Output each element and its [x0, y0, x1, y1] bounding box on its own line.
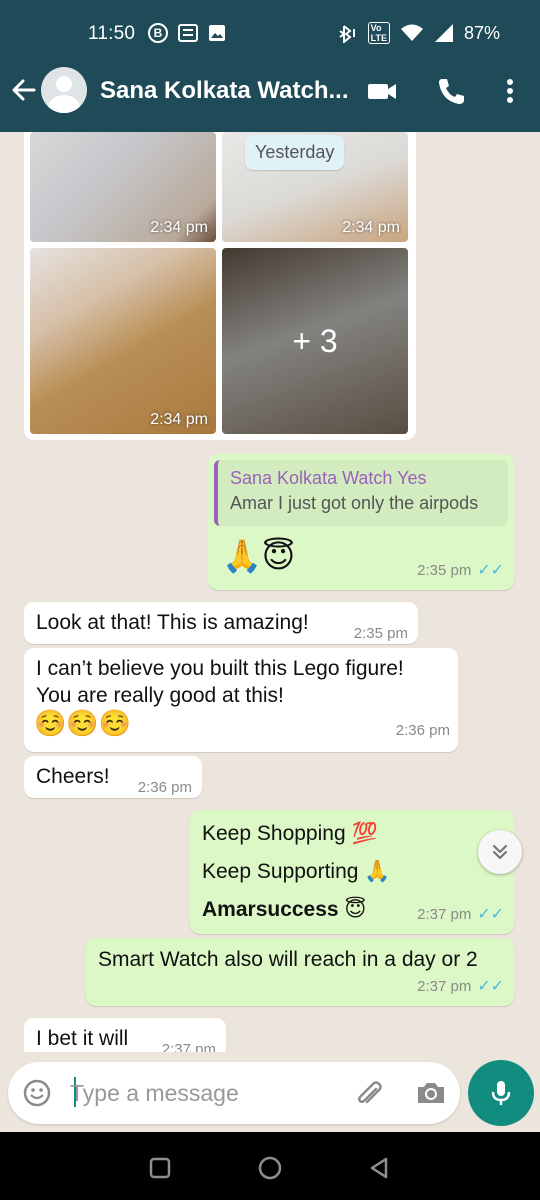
- date-chip: Yesterday: [245, 135, 345, 170]
- message-time: 2:36 pm: [137, 779, 192, 796]
- chat-area[interactable]: 2:34 pm 2:34 pm 2:34 pm + 3 Yesterday Sa…: [0, 132, 540, 1052]
- quoted-sender: Sana Kolkata Watch Yes: [230, 468, 427, 488]
- status-time: 11:50: [88, 23, 136, 44]
- photo-time: 2:34 pm: [150, 411, 208, 428]
- back-icon[interactable]: [367, 1156, 391, 1180]
- photo-time: 2:34 pm: [342, 219, 400, 236]
- camera-icon[interactable]: [414, 1076, 448, 1110]
- recent-apps-icon[interactable]: [148, 1156, 172, 1180]
- quoted-message[interactable]: Sana Kolkata Watch Yes Amar I just got o…: [214, 460, 508, 526]
- chat-title[interactable]: Sana Kolkata Watch...: [100, 77, 349, 105]
- message-text: I bet it will: [36, 1027, 129, 1050]
- message-text-line: Keep Shopping 💯: [202, 822, 378, 845]
- message-incoming[interactable]: I bet it will 2:37 pm: [24, 1018, 226, 1052]
- system-status-icons: Vo LTE 87%: [336, 22, 500, 44]
- message-outgoing[interactable]: Sana Kolkata Watch Yes Amar I just got o…: [208, 454, 514, 590]
- bluetooth-vibrate-icon: [339, 25, 355, 43]
- more-options-icon[interactable]: [493, 74, 527, 108]
- wifi-icon: [400, 24, 423, 41]
- b-app-icon: B: [148, 23, 168, 43]
- notification-icons: B: [148, 23, 226, 43]
- message-meta: 2:37 pm ✓✓: [417, 899, 504, 928]
- video-call-icon[interactable]: [365, 74, 399, 108]
- read-ticks-icon: ✓✓: [477, 978, 504, 995]
- message-icon: [178, 24, 198, 42]
- message-text-line: You are really good at this!: [36, 684, 284, 707]
- message-input[interactable]: Type a message: [70, 1080, 239, 1107]
- message-time: 2:35 pm: [353, 625, 408, 642]
- status-bar: 11:50 B Vo LTE 87%: [0, 0, 540, 50]
- more-photos-label: + 3: [222, 248, 408, 434]
- message-text: Smart Watch also will reach in a day or …: [98, 948, 478, 971]
- message-text-line: Amarsuccess 😇: [202, 898, 367, 921]
- message-outgoing[interactable]: Smart Watch also will reach in a day or …: [86, 938, 514, 1006]
- mic-icon: [491, 1081, 511, 1105]
- message-time: 2:35 pm: [417, 562, 472, 579]
- chevron-double-down-icon: [492, 844, 508, 860]
- message-emoji-line: ☺️☺️☺️: [34, 708, 132, 738]
- attach-icon[interactable]: [352, 1077, 386, 1111]
- photo-thumbnail[interactable]: 2:34 pm: [30, 248, 216, 434]
- message-time: 2:37 pm: [417, 978, 472, 995]
- message-text: Cheers!: [36, 765, 110, 788]
- message-outgoing[interactable]: Keep Shopping 💯 Keep Supporting 🙏 Amarsu…: [190, 810, 514, 934]
- photo-time: 2:34 pm: [150, 219, 208, 236]
- avatar[interactable]: [41, 67, 87, 113]
- emoji-icon[interactable]: [22, 1078, 52, 1108]
- home-icon[interactable]: [257, 1155, 283, 1181]
- gallery-icon: [209, 25, 225, 41]
- phone-icon[interactable]: [434, 74, 468, 108]
- message-text-line: I can’t believe you built this Lego figu…: [36, 657, 404, 680]
- read-ticks-icon: ✓✓: [477, 906, 504, 923]
- message-time: 2:37 pm: [161, 1041, 216, 1052]
- message-time: 2:37 pm: [417, 906, 472, 923]
- message-composer[interactable]: Type a message: [8, 1062, 460, 1124]
- quoted-text: Amar I just got only the airpods: [230, 493, 479, 513]
- signal-icon: [434, 24, 453, 42]
- message-text-line: Keep Supporting 🙏: [202, 860, 391, 883]
- media-album[interactable]: 2:34 pm 2:34 pm 2:34 pm + 3 Yesterday: [24, 132, 416, 440]
- read-ticks-icon: ✓✓: [477, 562, 504, 579]
- message-incoming[interactable]: Look at that! This is amazing! 2:35 pm: [24, 602, 418, 644]
- voice-record-button[interactable]: [468, 1060, 534, 1126]
- photo-thumbnail[interactable]: 2:34 pm: [30, 132, 216, 242]
- volte-icon: Vo LTE: [367, 22, 390, 44]
- message-incoming[interactable]: I can’t believe you built this Lego figu…: [24, 648, 458, 752]
- message-incoming[interactable]: Cheers! 2:36 pm: [24, 756, 202, 798]
- message-meta: 2:37 pm ✓✓: [417, 971, 504, 1000]
- system-nav-bar: [0, 1132, 540, 1200]
- message-time: 2:36 pm: [395, 722, 450, 739]
- chat-header: Sana Kolkata Watch...: [0, 50, 540, 132]
- scroll-to-bottom-button[interactable]: [478, 830, 522, 874]
- message-text: 🙏😇: [222, 538, 296, 574]
- message-text: Look at that! This is amazing!: [36, 611, 309, 634]
- message-meta: 2:35 pm ✓✓: [417, 555, 504, 584]
- battery-level: 87%: [463, 22, 500, 43]
- back-arrow-icon[interactable]: [10, 76, 38, 104]
- photo-thumbnail-more[interactable]: + 3: [222, 248, 408, 434]
